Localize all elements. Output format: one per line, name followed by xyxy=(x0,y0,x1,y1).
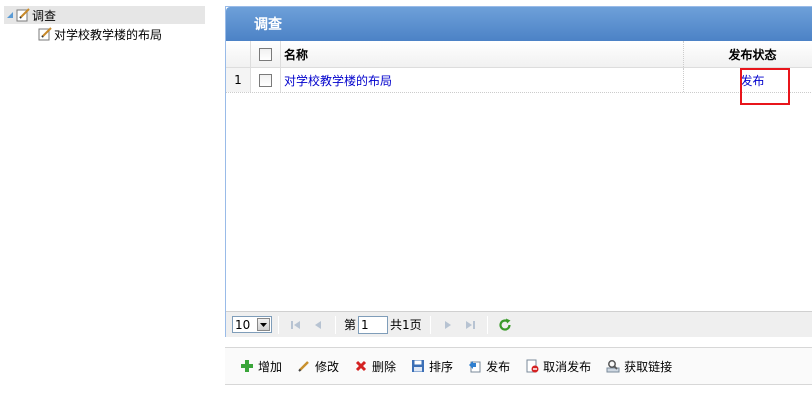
pager-separator xyxy=(335,315,336,334)
get-link-button-label: 获取链接 xyxy=(624,359,673,374)
unpublish-button-label: 取消发布 xyxy=(543,359,592,374)
plus-icon xyxy=(239,358,255,374)
publish-button[interactable]: 发布 xyxy=(467,358,510,375)
action-toolbar: 增加 修改 删除 排序 发布 取消发布 获取链接 xyxy=(225,347,812,385)
rownum-header xyxy=(226,41,251,67)
collapse-triangle-icon[interactable] xyxy=(4,9,16,21)
page-size-select[interactable]: 10 xyxy=(232,316,272,333)
pagination-bar: 10 第 1 共1页 xyxy=(226,311,812,337)
edit-button-label: 修改 xyxy=(315,359,340,374)
last-page-icon[interactable] xyxy=(459,315,481,335)
select-all-cell xyxy=(251,41,281,67)
add-button-label: 增加 xyxy=(258,359,283,374)
page-size-value: 10 xyxy=(235,317,251,332)
grid-header: 名称 发布状态 xyxy=(226,41,812,68)
publish-page-icon xyxy=(467,358,483,374)
sort-button-label: 排序 xyxy=(429,359,454,374)
page-prefix: 第 xyxy=(344,318,357,332)
prev-page-icon[interactable] xyxy=(307,315,329,335)
next-page-icon[interactable] xyxy=(437,315,459,335)
add-button[interactable]: 增加 xyxy=(239,358,282,375)
refresh-icon[interactable] xyxy=(494,315,516,335)
magnifier-link-icon xyxy=(605,358,621,374)
get-link-button[interactable]: 获取链接 xyxy=(605,358,672,375)
tree-node-label: 对学校教学楼的布局 xyxy=(54,27,163,42)
unpublish-button[interactable]: 取消发布 xyxy=(524,358,591,375)
pencil-icon xyxy=(296,358,312,374)
tree-node-label: 调查 xyxy=(32,8,57,23)
tree-node-survey-item[interactable]: 对学校教学楼的布局 xyxy=(38,25,162,43)
column-header-status[interactable]: 发布状态 xyxy=(684,41,812,67)
first-page-icon[interactable] xyxy=(285,315,307,335)
highlight-annotation-box xyxy=(740,68,790,105)
delete-button[interactable]: 删除 xyxy=(353,358,396,375)
tree-node-survey[interactable]: 调查 xyxy=(4,6,205,24)
publish-button-label: 发布 xyxy=(486,359,511,374)
total-pages-text: 共1页 xyxy=(390,318,422,332)
pager-separator xyxy=(486,315,488,334)
delete-button-label: 删除 xyxy=(372,359,397,374)
tree-panel: 调查 对学校教学楼的布局 xyxy=(0,0,212,393)
dropdown-arrow-icon[interactable] xyxy=(257,318,270,331)
delete-x-icon xyxy=(353,358,369,374)
table-row[interactable]: 1 对学校教学楼的布局 发布 xyxy=(226,68,812,93)
edit-document-icon xyxy=(16,8,31,22)
survey-name-link[interactable]: 对学校教学楼的布局 xyxy=(281,68,684,92)
pager-separator xyxy=(278,315,279,334)
select-all-checkbox[interactable] xyxy=(259,47,272,61)
unpublish-page-icon xyxy=(524,358,540,374)
survey-grid-panel: 调查 名称 发布状态 1 对学校教学楼的布局 发布 10 第 1 共1页 xyxy=(225,6,812,337)
edit-document-icon xyxy=(38,27,53,41)
row-number: 1 xyxy=(226,68,251,92)
survey-name-text[interactable]: 对学校教学楼的布局 xyxy=(284,72,392,89)
sort-button[interactable]: 排序 xyxy=(410,358,453,375)
row-select-cell xyxy=(251,68,281,92)
column-header-name[interactable]: 名称 xyxy=(281,41,684,67)
panel-title: 调查 xyxy=(226,7,812,41)
edit-button[interactable]: 修改 xyxy=(296,358,339,375)
save-disk-icon xyxy=(410,358,426,374)
current-page-input[interactable]: 1 xyxy=(358,315,389,334)
row-checkbox[interactable] xyxy=(259,73,272,87)
pager-separator xyxy=(429,315,431,334)
